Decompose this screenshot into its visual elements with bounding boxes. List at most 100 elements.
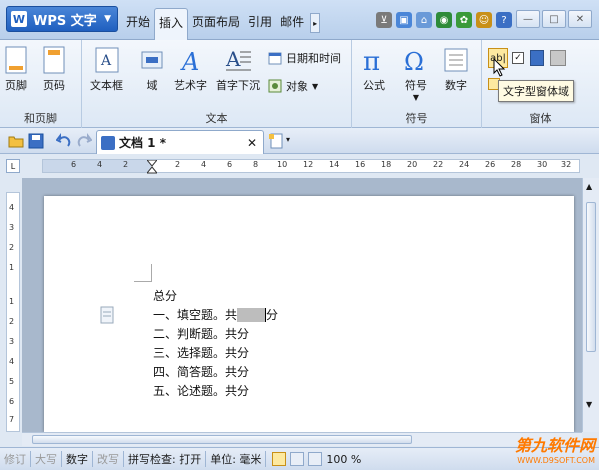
fill-blank-line[interactable]: 一、填空题。共 分 [153,306,278,324]
horizontal-scroll-thumb[interactable] [32,435,412,444]
choice-line[interactable]: 三、选择题。共分 [153,344,249,361]
new-document-icon[interactable] [268,133,284,149]
formula-label: 公式 [363,79,385,92]
tab-scroll-button[interactable]: ▸ [310,13,321,33]
revision-indicator[interactable]: 修订 [0,451,31,467]
true-false-line[interactable]: 二、判断题。共分 [153,325,249,342]
symbol-dropdown-icon: ▼ [412,93,420,102]
object-button[interactable]: 对象 ▼ [268,78,318,94]
total-score-line[interactable]: 总分 [153,287,177,304]
maximize-button[interactable]: □ [542,10,566,28]
drop-cap-icon: A [224,46,252,74]
zoom-level[interactable]: 100 % [326,453,361,466]
caps-indicator[interactable]: 大写 [31,451,62,467]
home-icon[interactable]: ⌂ [416,12,432,28]
horizontal-ruler: L 6 4 2 2 4 6 8 10 12 14 16 18 20 22 24 … [0,155,599,177]
ruler-number: 6 [71,160,77,169]
text-form-field[interactable] [237,307,266,322]
ruler-number: 26 [485,160,496,169]
mouse-cursor-icon [493,58,506,77]
close-button[interactable]: ✕ [568,10,592,28]
undo-icon[interactable] [56,133,72,149]
object-dropdown-icon: ▼ [312,81,319,91]
watermark-logo: 第九软件网 WWW.D9SOFT.COM [499,432,595,465]
redo-icon[interactable] [76,133,92,149]
vruler-number: 4 [9,357,15,366]
vertical-scroll-thumb[interactable] [586,202,596,352]
svg-text:A: A [100,53,112,69]
essay-line[interactable]: 五、论述题。共分 [153,382,249,399]
user-icon[interactable]: ☺ [476,12,492,28]
checkbox-form-field-icon[interactable]: ✓ [512,52,524,64]
tab-mail[interactable]: 邮件 [276,8,308,40]
cloud-icon[interactable]: ✿ [456,12,472,28]
tab-stop-selector[interactable]: L [6,159,20,173]
svg-text:A: A [180,48,199,74]
ruler-number: 24 [459,160,470,169]
svg-text:Ω: Ω [404,48,424,74]
short-answer-line[interactable]: 四、简答题。共分 [153,363,249,380]
tab-page-layout[interactable]: 页面布局 [188,8,244,40]
vruler-number: 6 [9,397,15,406]
textbox-button[interactable]: A 文本框 [90,46,123,93]
scroll-down-icon[interactable]: ▼ [586,400,592,409]
page-number-button[interactable]: 页码 [40,46,68,93]
document-page[interactable]: 总分 一、填空题。共 分 二、判断题。共分 三、选择题。共分 四、简答题。共分 五… [44,196,574,432]
pi-icon: π [360,46,388,74]
ribbon-tabs: 开始 插入 页面布局 引用 邮件 ▸ [122,8,321,40]
ruler-number: 16 [355,160,366,169]
spell-check-indicator[interactable]: 拼写检查: 打开 [124,451,207,467]
help-icon[interactable]: ? [496,12,512,28]
ruler-number: 30 [537,160,548,169]
pin-icon[interactable]: ⊻ [376,12,392,28]
formula-button[interactable]: π 公式 [360,46,388,93]
vertical-scrollbar[interactable]: ▲ ▼ [582,178,599,432]
tab-reference[interactable]: 引用 [244,8,276,40]
ruler-number: 22 [433,160,444,169]
date-time-button[interactable]: 日期和时间 [268,50,341,66]
indent-marker-icon[interactable] [147,160,157,174]
form-settings-icon[interactable] [550,50,566,66]
ruler-strip[interactable]: 6 4 2 2 4 6 8 10 12 14 16 18 20 22 24 26… [42,159,580,174]
vruler-number: 2 [9,243,15,252]
save-icon[interactable] [28,133,44,149]
number-button[interactable]: 数字 [442,46,470,93]
overwrite-indicator[interactable]: 改写 [93,451,124,467]
group-header-footer: 页脚 页码 和页脚 [0,40,82,128]
app-name: WPS 文字 [33,13,97,29]
document-tab[interactable]: 文档 1 * ✕ [96,130,264,154]
new-document-dropdown-icon[interactable]: ▾ [286,135,290,144]
footer-button[interactable]: 页脚 [2,46,30,93]
open-folder-icon[interactable] [8,133,24,149]
minimize-button[interactable]: — [516,10,540,28]
ruler-number: 18 [381,160,392,169]
drop-cap-button[interactable]: A 首字下沉 [216,46,260,93]
margin-corner-mark [134,264,152,282]
watermark-title: 第九软件网 [514,436,595,455]
horizontal-scrollbar[interactable] [22,432,582,446]
outline-view-icon[interactable] [290,452,305,466]
ruler-number: 10 [277,160,288,169]
unit-indicator[interactable]: 单位: 毫米 [206,451,267,467]
tab-insert[interactable]: 插入 [154,8,189,40]
svg-text:A: A [225,47,241,71]
scroll-up-icon[interactable]: ▲ [586,182,592,191]
ruler-number: 8 [253,160,259,169]
symbol-button[interactable]: Ω 符号 ▼ [402,46,430,102]
field-icon [138,46,166,74]
quick-icons: ⊻ ▣ ⌂ ◉ ✿ ☺ ? ▾ [376,12,532,28]
close-tab-icon[interactable]: ✕ [247,136,257,150]
field-button[interactable]: 域 [138,46,166,93]
skin-icon[interactable]: ◉ [436,12,452,28]
page-view-icon[interactable] [272,452,287,466]
wordart-button[interactable]: A 艺术字 [174,46,207,93]
numlock-indicator[interactable]: 数字 [62,451,93,467]
watermark-url: WWW.D9SOFT.COM [517,456,595,465]
tab-home[interactable]: 开始 [122,8,154,40]
dropdown-form-field-icon[interactable] [530,50,544,66]
app-menu-button[interactable]: W WPS 文字 ▼ [6,6,118,32]
web-view-icon[interactable] [308,452,323,466]
object-icon [268,79,282,93]
ruler-number: 2 [175,160,181,169]
window-icon[interactable]: ▣ [396,12,412,28]
